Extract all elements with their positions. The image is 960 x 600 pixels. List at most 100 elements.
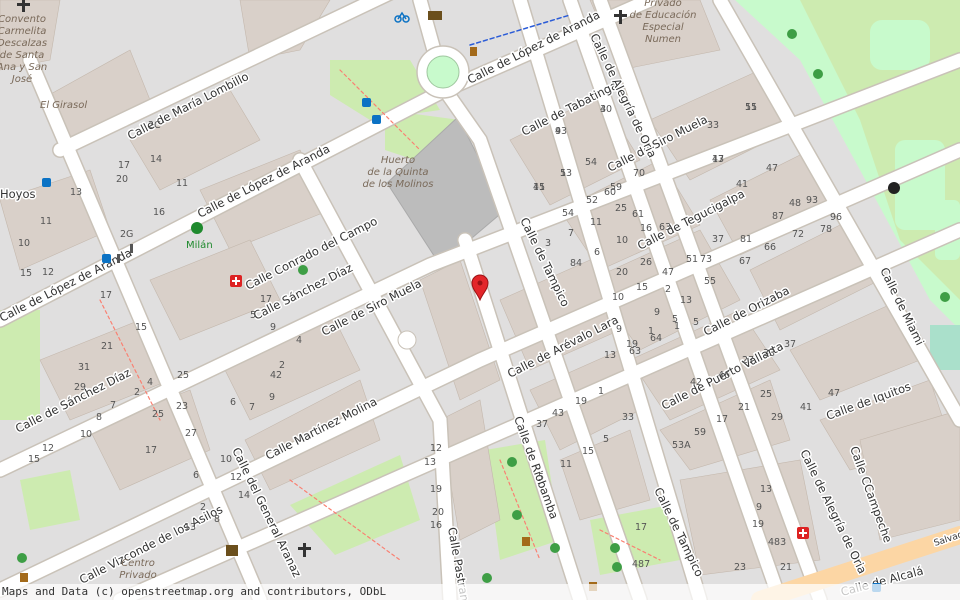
pharmacy-icon [230,275,242,287]
house-number: 10 [18,238,30,249]
house-number: 46 [718,370,730,381]
house-number: 63 [659,222,671,233]
roundabout-island [426,55,460,89]
house-number: 1 [560,168,566,179]
house-number: 26 [640,257,652,268]
house-number: 21 [738,402,750,413]
house-number: 10 [220,454,232,465]
house-number: 15 [582,446,594,457]
house-number: 27 [742,355,754,366]
house-number: 9 [270,322,276,333]
house-number: 96 [830,212,842,223]
svg-text:Descalzas: Descalzas [0,38,47,49]
svg-text:Carmelita: Carmelita [0,26,46,37]
svg-text:Privado: Privado [119,570,156,581]
small-roundabout [397,330,417,350]
house-number: 67 [739,256,751,267]
house-number: 33 [763,348,775,359]
house-number: 5 [693,317,699,328]
house-number: 17 [260,294,272,305]
house-number: 17 [118,160,130,171]
house-number: 25 [152,409,164,420]
house-number: 11 [176,178,188,189]
house-number: 483 [768,537,786,548]
house-number: 12 [42,443,54,454]
house-number: 20 [116,174,128,185]
house-number: 13 [184,522,196,533]
svg-text:de Santa: de Santa [0,50,44,61]
house-number: 7 [249,402,255,413]
house-number: 41 [800,402,812,413]
house-number: 12 [430,443,442,454]
house-number: 11 [745,102,757,113]
house-number: 42 [270,370,282,381]
house-number: 14 [150,154,162,165]
house-number: 13 [424,457,436,468]
house-number: 3 [545,238,551,249]
house-number: 4 [296,335,302,346]
house-number: 25 [615,203,627,214]
house-number: 9 [616,324,622,335]
house-number: 9 [269,392,275,403]
house-number: 11 [590,217,602,228]
house-number: 8 [214,514,220,525]
house-number: 37 [784,339,796,350]
house-number: 47 [662,267,674,278]
map-attribution[interactable]: Maps and Data (c) openstreetmap.org and … [0,584,960,600]
house-number: 10 [612,292,624,303]
house-number: 8 [96,412,102,423]
street-label: Hoyos [0,187,36,201]
house-number: 9 [654,307,660,318]
house-number: 15 [28,454,40,465]
house-number: 25 [177,370,189,381]
house-number: 1 [598,386,604,397]
house-number: 42 [690,377,702,388]
house-number: 14 [238,490,250,501]
house-number: 7 [568,228,574,239]
svg-text:de Educación: de Educación [629,9,696,21]
house-number: 13 [70,187,82,198]
house-number: 2 [665,284,671,295]
house-number: 48 [789,198,801,209]
house-number: 9 [555,126,561,137]
viewpoint-icon [888,182,900,194]
house-number: 2C [148,120,161,131]
house-number: 2 [279,360,285,371]
house-number: 47 [766,163,778,174]
house-number: 59 [694,427,706,438]
el-girasol-label: El Girasol [40,100,87,111]
map-canvas[interactable]: Calle de López de Aranda Calle de López … [0,0,960,600]
house-number: 81 [740,234,752,245]
house-number: 33 [707,120,719,131]
house-number: 5 [672,314,678,325]
svg-text:Huerto: Huerto [381,155,415,166]
svg-text:Privado: Privado [644,0,681,9]
house-number: 21 [101,341,113,352]
house-number: 15 [533,182,545,193]
house-number: 15 [636,282,648,293]
centro-privado-label: Centro Privado [119,558,156,581]
house-number: 19 [626,339,638,350]
house-number: 5 [538,472,544,483]
house-number: 51 [686,254,698,265]
house-number: 47 [828,388,840,399]
house-number: 72 [792,229,804,240]
house-number: 37 [712,234,724,245]
house-number: 61 [632,209,644,220]
house-number: 27 [185,428,197,439]
house-number: 13 [680,295,692,306]
atm-icon [428,11,442,20]
house-number: 20 [432,507,444,518]
house-number: 13 [760,484,772,495]
house-number: 10 [80,429,92,440]
house-number: 6 [230,397,236,408]
svg-text:Centro: Centro [121,558,155,569]
house-number: 29 [74,382,86,393]
house-number: 11 [560,459,572,470]
house-number: 73 [700,254,712,265]
house-number: 10 [616,235,628,246]
library-icon [226,545,238,556]
svg-text:José: José [10,73,32,85]
house-number: 1 [648,326,654,337]
svg-text:Ana y San: Ana y San [0,62,47,73]
